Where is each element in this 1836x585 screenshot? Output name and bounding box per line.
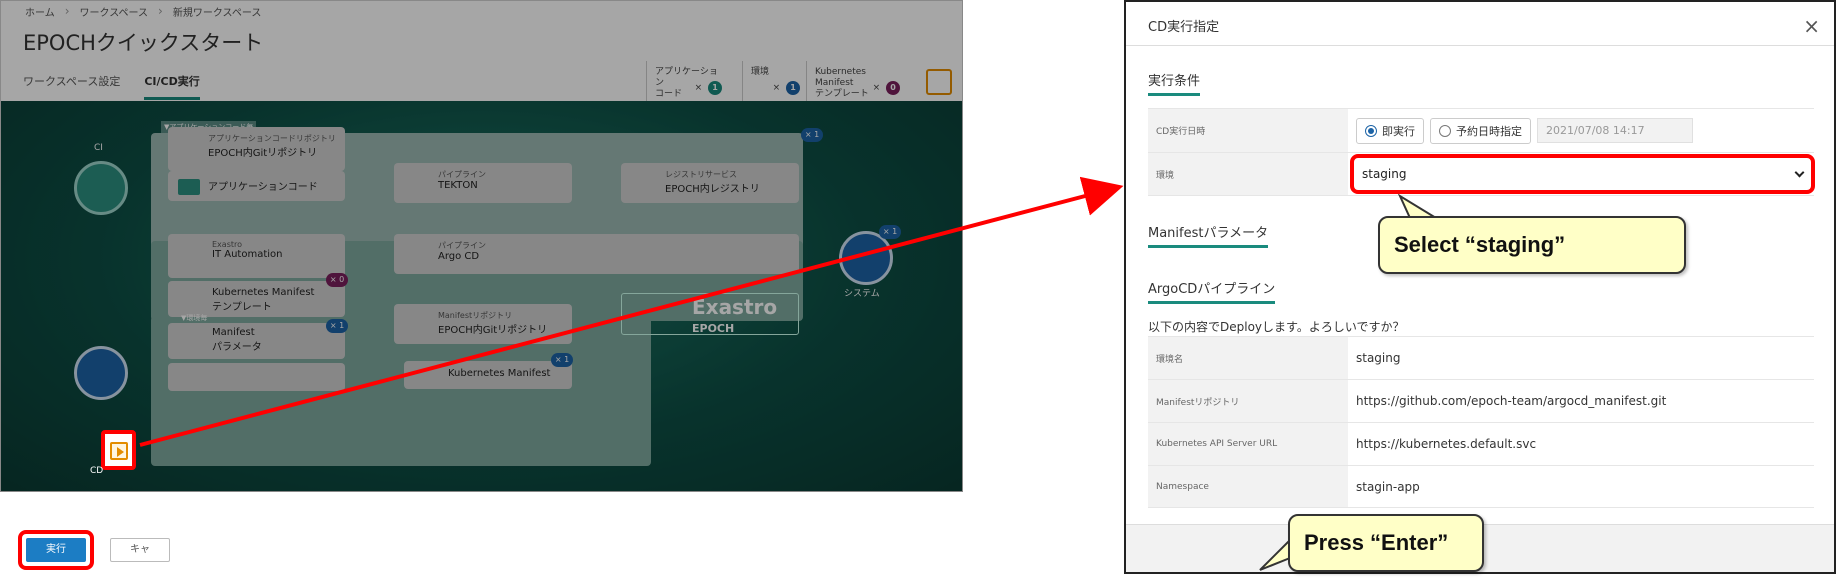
section-title-manifest: Manifestパラメータ [1148,222,1269,248]
table-row: Namespace stagin-app [1148,465,1814,508]
row-value: stagin-app [1356,479,1420,494]
radio-dot-icon [1365,124,1377,137]
radio-immediate[interactable]: 即実行 [1356,117,1424,144]
dialog-title: CD実行指定 [1148,20,1220,35]
table-row: Kubernetes API Server URL https://kubern… [1148,422,1814,465]
row-value: https://github.com/epoch-team/argocd_man… [1356,394,1667,408]
cd-execution-dialog: CD実行指定 × 実行条件 CD実行日時 即実行 予約日時指定 2021/07/… [1124,0,1836,574]
exec-date-value: 即実行 予約日時指定 2021/07/08 14:17 [1348,109,1814,152]
epoch-screen: ホーム › ワークスペース › 新規ワークスペース EPOCHクイックスタート … [0,0,963,492]
execute-button[interactable]: 実行 [18,530,94,570]
divider [1126,45,1834,46]
exec-date-label: CD実行日時 [1148,109,1348,152]
chevron-down-icon [1794,167,1805,177]
radio-dot-icon [1439,124,1451,137]
exec-date-row: CD実行日時 即実行 予約日時指定 2021/07/08 14:17 [1148,108,1814,152]
section-title-argocd: ArgoCDパイプライン [1148,278,1276,304]
environment-select[interactable]: staging [1350,154,1815,194]
close-icon[interactable]: × [1803,14,1820,38]
row-value: https://kubernetes.default.svc [1356,437,1537,451]
cd-label: CD [90,466,104,476]
row-value: staging [1356,351,1401,365]
argocd-params-table: 環境名 staging Manifestリポジトリ https://github… [1148,336,1814,508]
environment-select-value: staging [1362,167,1407,181]
table-row: Manifestリポジトリ https://github.com/epoch-t… [1148,379,1814,422]
row-label: Kubernetes API Server URL [1148,423,1348,465]
callout-select-staging: Select “staging” [1378,216,1686,274]
radio-scheduled[interactable]: 予約日時指定 [1430,117,1531,144]
cd-execute-button[interactable] [101,430,136,470]
confirm-message: 以下の内容でDeployします。よろしいですか？ [1148,320,1405,334]
row-label: 環境名 [1148,337,1348,379]
section-title-exec: 実行条件 [1148,70,1201,96]
cancel-button[interactable]: キャ [110,538,170,562]
env-label: 環境 [1148,153,1348,195]
scheduled-datetime-field[interactable]: 2021/07/08 14:17 [1537,118,1693,143]
callout-press-enter: Press “Enter” [1288,514,1484,572]
row-label: Namespace [1148,466,1348,507]
table-row: 環境名 staging [1148,336,1814,379]
play-icon [110,442,128,460]
modal-backdrop [1,1,962,491]
row-label: Manifestリポジトリ [1148,380,1348,422]
